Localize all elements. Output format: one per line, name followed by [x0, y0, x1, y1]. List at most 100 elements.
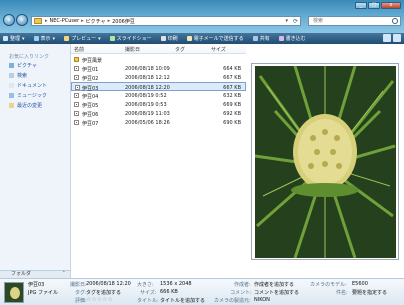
file-row[interactable]: 伊豆04 2006/08/19 0:52 632 KB: [71, 91, 246, 100]
close-button[interactable]: x: [381, 2, 401, 9]
image-file-icon: [74, 120, 79, 125]
explorer-window: _ □ x ‹ › ▸ NEC-PCuser ▸ ピクチャ ▸ 2006伊豆 ▾…: [0, 0, 404, 305]
preview-icon: [64, 36, 70, 41]
burn-button[interactable]: 書き込む: [278, 35, 306, 42]
folder-row[interactable]: 伊豆風景: [71, 55, 246, 64]
refresh-icon[interactable]: ⟳: [293, 18, 298, 25]
nav-link-label: ピクチャ: [17, 63, 37, 69]
email-button[interactable]: 電子メールで送信する: [186, 35, 244, 42]
breadcrumb-separator: ▸: [107, 18, 111, 24]
rating-stars[interactable]: ☆☆☆☆☆: [86, 296, 113, 303]
favorite-links-heading: お気に入りリンク: [9, 54, 50, 60]
address-bar[interactable]: ▸ NEC-PCuser ▸ ピクチャ ▸ 2006伊豆 ▾ ⟳: [31, 16, 301, 26]
image-file-icon: [75, 85, 80, 90]
details-pane: 伊豆03 JPG ファイル 撮影日: 2006/08/18 12:20 タグ: …: [0, 278, 404, 305]
file-size: 669 KB: [223, 102, 241, 108]
file-name: 伊豆04: [82, 94, 99, 100]
file-date: 2006/08/19 0:52: [125, 93, 167, 99]
help-icon[interactable]: [393, 34, 401, 42]
documents-icon: [9, 83, 14, 88]
search-icon[interactable]: [392, 18, 398, 24]
share-button[interactable]: 共有: [252, 35, 270, 42]
preview-button[interactable]: プレビュー ▾: [64, 35, 101, 42]
detail-date-value: 2006/08/18 12:20: [86, 281, 131, 287]
chevron-up-icon: ˄: [62, 271, 66, 277]
file-date: 2006/08/19 11:03: [125, 111, 170, 117]
nav-link-documents[interactable]: ドキュメント: [9, 82, 47, 89]
nav-link-pictures[interactable]: ピクチャ: [9, 62, 37, 69]
back-button[interactable]: ‹: [3, 14, 15, 26]
minimize-button[interactable]: _: [355, 2, 367, 9]
detail-dimensions-value: 1536 x 2048: [160, 281, 192, 287]
image-file-icon: [74, 93, 79, 98]
file-name: 伊豆01: [82, 67, 99, 73]
detail-tags-value[interactable]: タグを追加する: [86, 289, 121, 296]
detail-title-label: タイトル:: [137, 298, 159, 304]
column-header-name[interactable]: 名前: [74, 46, 84, 53]
nav-link-music[interactable]: ミュージック: [9, 92, 47, 99]
image-file-icon: [74, 111, 79, 116]
chevron-down-icon: ▾: [98, 35, 101, 42]
file-name: 伊豆02: [82, 76, 99, 82]
file-row[interactable]: 伊豆02 2006/08/18 12:12 667 KB: [71, 73, 246, 82]
detail-subject-value[interactable]: 要題を指定する: [352, 289, 387, 296]
organize-label: 整理: [10, 36, 21, 42]
slideshow-button[interactable]: スライドショー: [109, 35, 152, 42]
breadcrumb-current-folder[interactable]: 2006伊豆: [112, 18, 135, 25]
detail-author-value[interactable]: 作成者を追加する: [254, 281, 294, 288]
layout-icon[interactable]: [383, 34, 391, 42]
column-header-size[interactable]: サイズ: [211, 46, 226, 53]
slideshow-label: スライドショー: [116, 36, 152, 42]
breadcrumb-user[interactable]: NEC-PCuser: [50, 18, 80, 24]
nav-link-label: 最近の変更: [17, 103, 43, 109]
forward-button[interactable]: ›: [16, 14, 28, 26]
file-name: 伊豆07: [82, 121, 99, 127]
disc-icon: [278, 36, 284, 41]
maximize-button[interactable]: □: [368, 2, 380, 9]
file-row[interactable]: 伊豆05 2006/08/19 0:53 669 KB: [71, 100, 246, 109]
views-label: 表示: [40, 36, 51, 42]
cycad-thumbnail-image: [5, 283, 23, 302]
detail-date-label: 撮影日:: [70, 282, 87, 288]
organize-button[interactable]: 整理 ▾: [3, 35, 25, 42]
detail-subject-label: 件名:: [336, 290, 348, 296]
chevron-down-icon: ▾: [22, 35, 25, 42]
detail-size-label: サイズ:: [140, 290, 157, 296]
file-size: 690 KB: [223, 120, 241, 126]
nav-link-label: ドキュメント: [17, 83, 48, 89]
file-name: 伊豆風景: [82, 58, 103, 64]
search-input[interactable]: 検索: [308, 16, 401, 26]
file-size: 692 KB: [223, 111, 241, 117]
image-file-icon: [74, 102, 79, 107]
detail-model-value: E5600: [352, 281, 368, 287]
column-header-date[interactable]: 撮影日: [125, 46, 140, 53]
detail-comment-value[interactable]: コメントを追加する: [254, 289, 299, 296]
burn-label: 書き込む: [285, 36, 306, 42]
print-button[interactable]: 印刷: [160, 35, 178, 42]
views-button[interactable]: 表示 ▾: [33, 35, 55, 42]
views-icon: [33, 36, 39, 41]
detail-filename: 伊豆03: [28, 282, 45, 288]
file-row[interactable]: 伊豆01 2006/08/18 10:09 664 KB: [71, 64, 246, 73]
folder-icon: [34, 18, 42, 24]
file-row[interactable]: 伊豆07 2006/05/06 18:26 690 KB: [71, 118, 246, 127]
detail-maker-label: カメラの製造元:: [214, 298, 251, 304]
breadcrumb-separator: ▸: [45, 18, 48, 24]
chevron-down-icon[interactable]: ▾: [285, 18, 288, 24]
nav-link-recent[interactable]: 最近の変更: [9, 102, 42, 109]
window-controls: _ □ x: [354, 2, 401, 9]
image-file-icon: [74, 66, 79, 71]
file-date: 2006/08/18 12:12: [125, 75, 170, 81]
column-header-tags[interactable]: タグ: [175, 46, 185, 53]
file-row-selected[interactable]: 伊豆03 2006/08/18 12:20 667 KB: [71, 82, 246, 92]
slideshow-icon: [109, 36, 115, 41]
nav-link-label: ミュージック: [17, 93, 47, 99]
detail-filetype: JPG ファイル: [28, 290, 58, 296]
file-row[interactable]: 伊豆06 2006/08/19 11:03 692 KB: [71, 109, 246, 118]
nav-link-search[interactable]: 検索: [9, 72, 27, 79]
detail-size-value: 666 KB: [160, 289, 178, 295]
detail-title-value[interactable]: タイトルを追加する: [160, 297, 205, 304]
breadcrumb-pictures[interactable]: ピクチャ: [86, 18, 106, 25]
email-icon: [186, 36, 192, 41]
folders-toggle[interactable]: フォルダ ˄: [0, 270, 71, 278]
